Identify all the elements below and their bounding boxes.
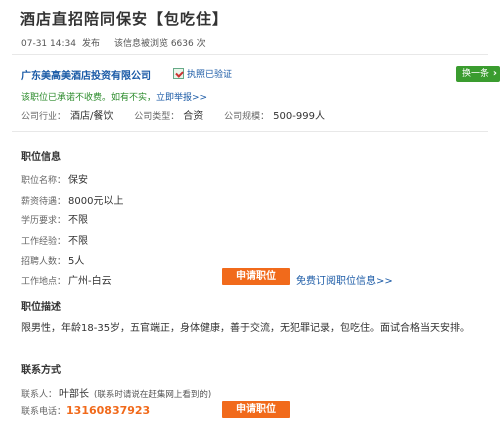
phone-number[interactable]: 13160837923 xyxy=(66,404,150,417)
contact-person: 联系人： 叶部长 (联系时请说在赶集网上看到的) xyxy=(21,385,211,400)
apply-button-bottom[interactable]: 申请职位 xyxy=(222,401,290,418)
apply-button[interactable]: 申请职位 xyxy=(222,268,290,285)
job-title: 酒店直招陪同保安【包吃住】 xyxy=(20,10,229,28)
field-value: 保安 xyxy=(68,175,89,186)
contact-person-label: 联系人： xyxy=(21,390,58,400)
field-label: 学历要求： xyxy=(21,216,67,226)
job-description: 限男性，年龄18-35岁，五官端正，身体健康，善于交流，无犯罪记录，包吃住。面试… xyxy=(21,323,471,334)
size-value: 500-999人 xyxy=(273,111,325,122)
field-label: 职位名称： xyxy=(21,176,67,186)
views-count: 该信息被浏览 6636 次 xyxy=(113,39,206,49)
license-label: 执照已验证 xyxy=(187,70,233,80)
field-salary: 薪资待遇： 8000元以上 xyxy=(21,192,123,207)
report-link[interactable]: 立即举报>> xyxy=(156,93,207,103)
type-value: 合资 xyxy=(183,111,204,122)
switch-label: 换一条 xyxy=(462,69,490,79)
promise-text: 该职位已承诺不收费。如有不实， xyxy=(21,93,157,103)
field-job-name: 职位名称： 保安 xyxy=(21,171,88,186)
contact-phone: 联系电话：13160837923 xyxy=(21,404,150,417)
field-label: 工作地点： xyxy=(21,277,67,287)
chevron-right-icon: › xyxy=(492,68,497,79)
field-label: 工作经验： xyxy=(21,237,67,247)
industry-label: 公司行业： xyxy=(21,112,67,122)
posted-date: 07-31 14:34 xyxy=(21,39,76,49)
description-section-title: 职位描述 xyxy=(21,302,61,313)
industry-value: 酒店/餐饮 xyxy=(70,111,114,122)
contact-section-title: 联系方式 xyxy=(21,365,61,376)
field-education: 学历要求： 不限 xyxy=(21,211,88,226)
divider xyxy=(12,54,488,55)
field-value: 不限 xyxy=(68,236,89,247)
field-label: 薪资待遇： xyxy=(21,197,67,207)
license-verified-badge[interactable]: 执照已验证 xyxy=(173,67,232,80)
size-label: 公司规模： xyxy=(224,112,270,122)
license-icon xyxy=(173,68,184,79)
divider xyxy=(12,131,488,132)
field-value: 不限 xyxy=(68,215,89,226)
field-location: 工作地点： 广州-白云 xyxy=(21,272,112,287)
contact-person-value: 叶部长 xyxy=(59,389,90,400)
field-headcount: 招聘人数： 5人 xyxy=(21,252,84,267)
field-value: 5人 xyxy=(68,256,85,267)
posted-label: 发布 xyxy=(81,39,100,49)
position-section-title: 职位信息 xyxy=(21,152,61,163)
field-value: 广州-白云 xyxy=(68,276,112,287)
field-label: 招聘人数： xyxy=(21,257,67,267)
contact-note: (联系时请说在赶集网上看到的) xyxy=(94,390,212,400)
job-meta: 07-31 14:34 发布 该信息被浏览 6636 次 xyxy=(21,36,212,49)
no-fee-promise: 该职位已承诺不收费。如有不实，立即举报>> xyxy=(21,90,207,103)
type-label: 公司类型： xyxy=(134,112,180,122)
field-experience: 工作经验： 不限 xyxy=(21,232,88,247)
switch-listing-button[interactable]: 换一条 › xyxy=(456,66,500,82)
field-value: 8000元以上 xyxy=(68,196,124,207)
company-info: 公司行业： 酒店/餐饮 公司类型： 合资 公司规模： 500-999人 xyxy=(21,107,343,122)
company-name-link[interactable]: 广东美高美酒店投资有限公司 xyxy=(21,67,151,82)
subscribe-link[interactable]: 免费订阅职位信息>> xyxy=(296,272,393,287)
contact-phone-label: 联系电话： xyxy=(21,407,67,417)
